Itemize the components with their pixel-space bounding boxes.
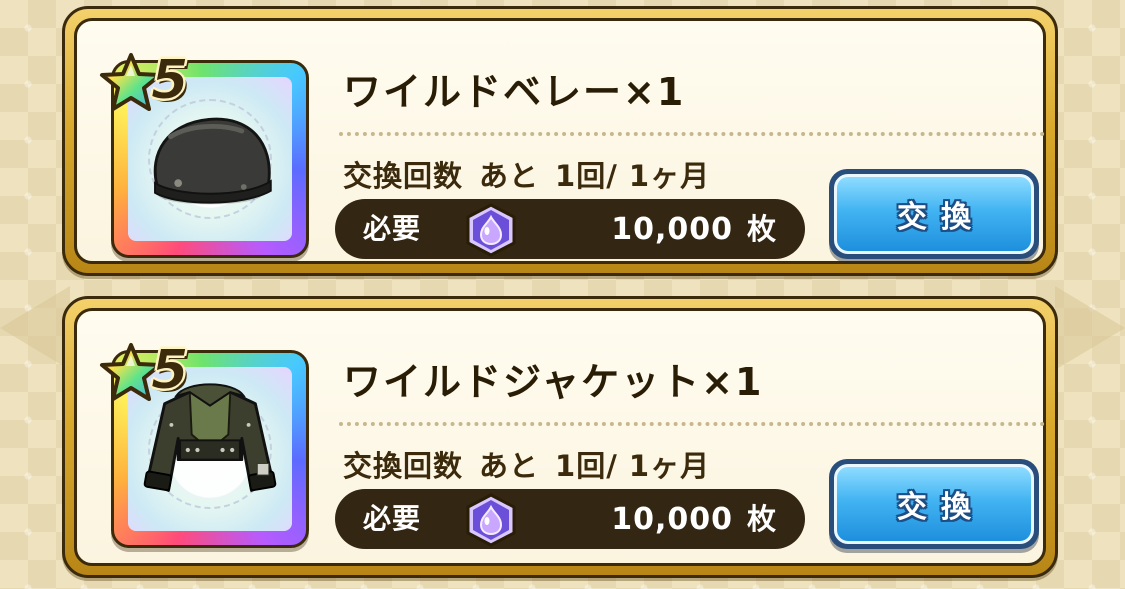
exchange-limit-value: 1回/ 1ヶ月 [555,449,711,483]
cost-display: 必要 10,000 枚 [335,199,805,259]
exchange-item-card-body: 5 ワイルドジャケット×1 交換回数 あと 1回/ 1ヶ月 必要 10,000 枚 交… [74,308,1046,566]
background-right-arrow-decoration [1055,286,1125,370]
exchange-item-card-body: 5 ワイルドベレー×1 交換回数 あと 1回/ 1ヶ月 必要 10,000 枚 交換 [74,18,1046,264]
exchange-item-card: 5 ワイルドベレー×1 交換回数 あと 1回/ 1ヶ月 必要 10,000 枚 交換 [62,6,1058,276]
exchange-button-label[interactable]: 交換 [837,177,1031,251]
dotted-divider [339,422,1045,426]
cost-amount: 10,000 枚 [611,209,777,250]
rarity-number: 5 [151,338,190,401]
item-title: ワイルドベレー×1 [343,70,686,114]
exchange-button-face[interactable]: 交換 [834,174,1034,254]
exchange-limit-label: 交換回数 [343,159,464,193]
cost-display: 必要 10,000 枚 [335,489,805,549]
purple-slime-medal-icon [466,203,516,257]
dotted-divider [339,132,1045,136]
exchange-limit: 交換回数 あと 1回/ 1ヶ月 [343,443,726,485]
exchange-button[interactable]: 交換 [829,169,1039,259]
cost-value: 10,000 [611,212,733,247]
rarity-badge: 5 [99,48,209,113]
cost-value: 10,000 [611,502,733,537]
exchange-button-label[interactable]: 交換 [837,467,1031,541]
exchange-button-face[interactable]: 交換 [834,464,1034,544]
exchange-limit-remaining: あと [479,159,540,193]
cost-label: 必要 [363,212,422,245]
cost-label: 必要 [363,502,422,535]
rarity-number: 5 [151,48,190,111]
exchange-limit: 交換回数 あと 1回/ 1ヶ月 [343,153,726,195]
cost-amount: 10,000 枚 [611,499,777,540]
purple-slime-medal-icon [466,493,516,547]
background-left-arrow-decoration [0,286,70,370]
item-title: ワイルドジャケット×1 [343,360,764,404]
cost-unit: 枚 [746,212,777,246]
exchange-limit-value: 1回/ 1ヶ月 [555,159,711,193]
exchange-limit-remaining: あと [479,449,540,483]
exchange-item-card: 5 ワイルドジャケット×1 交換回数 あと 1回/ 1ヶ月 必要 10,000 枚 交… [62,296,1058,578]
rarity-badge: 5 [99,338,209,403]
exchange-limit-label: 交換回数 [343,449,464,483]
exchange-button[interactable]: 交換 [829,459,1039,549]
cost-unit: 枚 [746,502,777,536]
